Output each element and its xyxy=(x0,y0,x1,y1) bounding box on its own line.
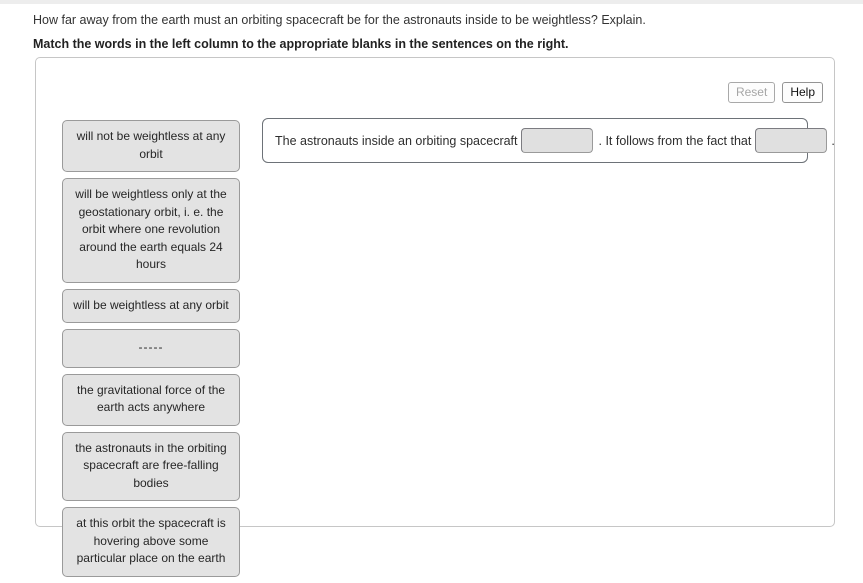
word-bank-item[interactable]: will not be weightless at any orbit xyxy=(62,120,240,172)
word-bank-item[interactable]: at this orbit the spacecraft is hovering… xyxy=(62,507,240,577)
sentence-end-punctuation: . xyxy=(831,133,835,148)
matching-activity-panel: Reset Help will not be weightless at any… xyxy=(35,57,835,577)
word-bank-column: will not be weightless at any orbit will… xyxy=(62,120,240,583)
sentence-drop-panel: The astronauts inside an orbiting spacec… xyxy=(262,118,835,163)
work-area: will not be weightless at any orbit will… xyxy=(36,113,835,577)
reset-button[interactable]: Reset xyxy=(727,82,776,103)
blank-slot-1[interactable] xyxy=(520,128,593,153)
top-edge-strip xyxy=(0,0,863,4)
word-bank-item[interactable]: will be weightless only at the geostatio… xyxy=(62,178,240,283)
question-prompt: How far away from the earth must an orbi… xyxy=(33,13,646,27)
sentence-part-one: The astronauts inside an orbiting spacec… xyxy=(275,133,518,148)
help-button[interactable]: Help xyxy=(782,82,823,103)
word-bank-item[interactable]: ----- xyxy=(62,329,240,368)
blank-slot-2[interactable] xyxy=(755,128,828,153)
sentence-separator: . It follows from the fact that xyxy=(598,133,752,148)
instruction-text: Match the words in the left column to th… xyxy=(33,37,569,51)
word-bank-item[interactable]: the gravitational force of the earth act… xyxy=(62,373,240,426)
activity-toolbar: Reset Help xyxy=(727,82,823,103)
word-bank-item[interactable]: the astronauts in the orbiting spacecraf… xyxy=(62,431,240,501)
word-bank-item[interactable]: will be weightless at any orbit xyxy=(62,288,240,323)
